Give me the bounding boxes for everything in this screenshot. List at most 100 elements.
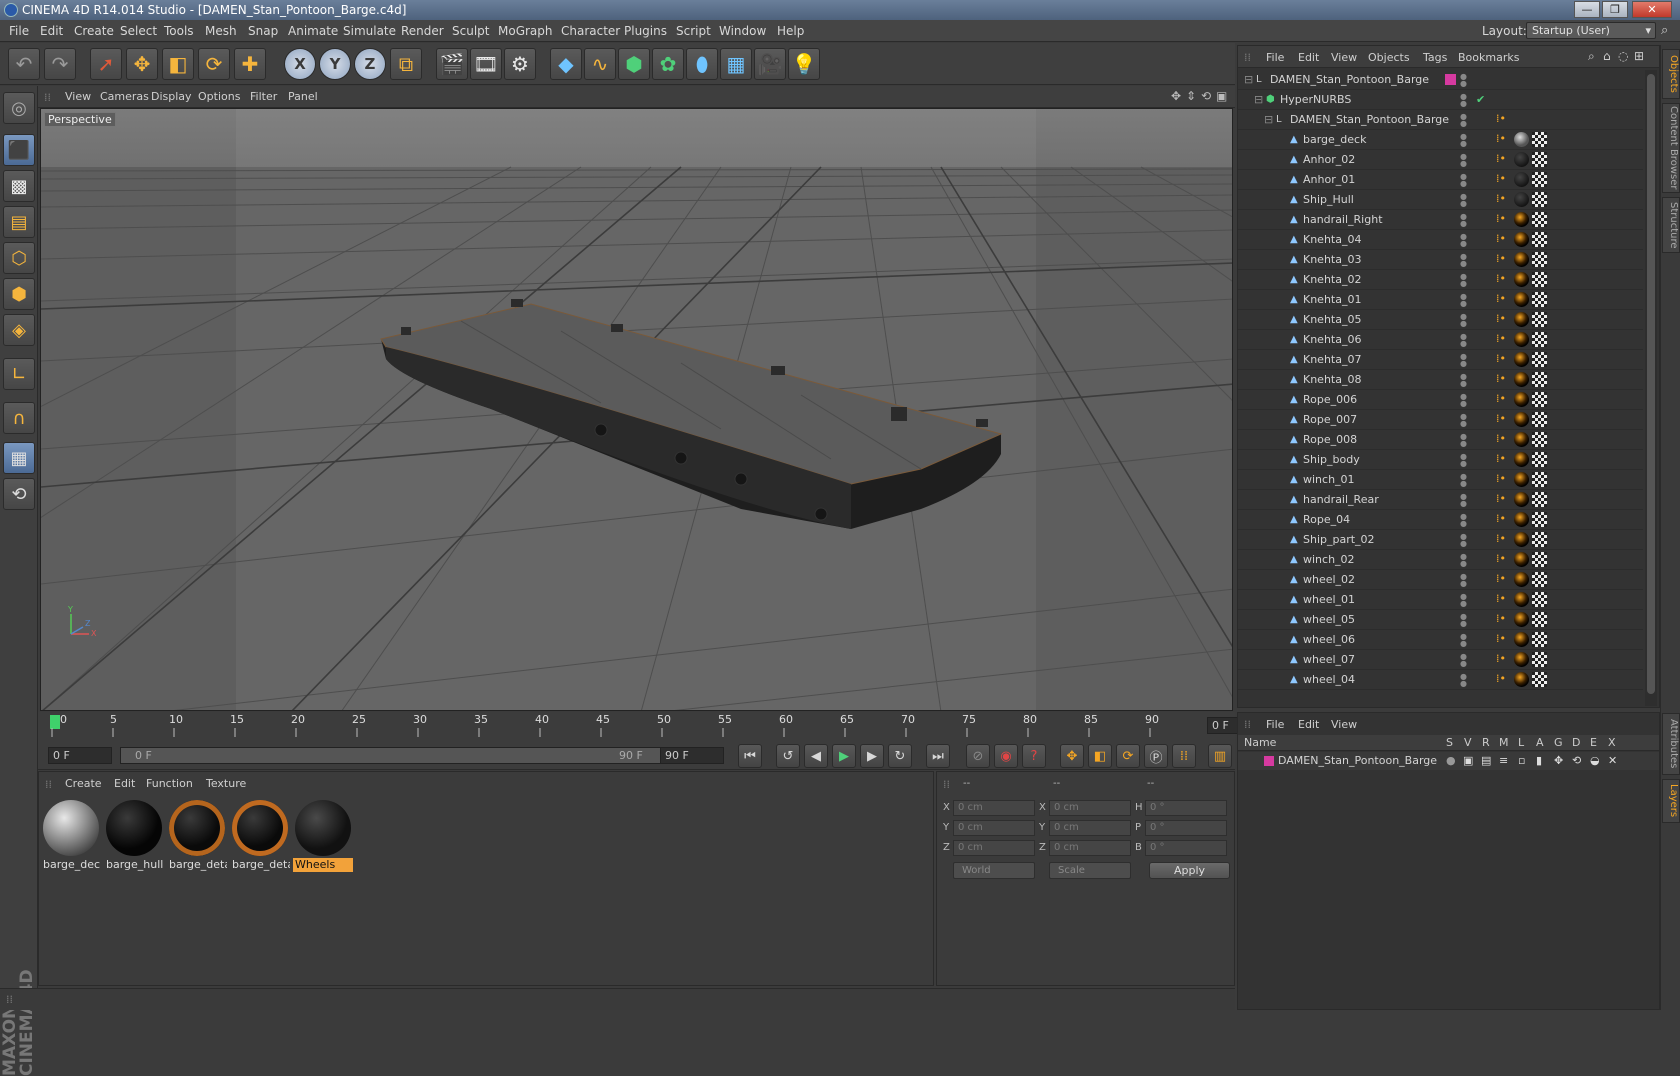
visibility-dots[interactable]: ● ● (1460, 553, 1474, 568)
object-row[interactable]: ▲ handrail_Rear ● ● ⁞• (1238, 490, 1643, 510)
material-tag-icon[interactable] (1514, 412, 1529, 427)
visibility-dots[interactable]: ● ● (1460, 453, 1474, 468)
uvw-tag-icon[interactable] (1532, 532, 1547, 547)
fx-tag-icon[interactable]: ⁞• (1496, 272, 1511, 287)
visibility-dots[interactable]: ● ● (1460, 133, 1474, 148)
record-disabled-icon[interactable]: ⊘ (966, 744, 990, 768)
uvw-tag-icon[interactable] (1532, 292, 1547, 307)
visibility-dots[interactable]: ● ● (1460, 613, 1474, 628)
objects-menu-edit[interactable]: Edit (1298, 51, 1319, 64)
size-y-field[interactable]: 0 cm (1049, 820, 1131, 836)
layer-generators-icon[interactable]: ✥ (1554, 752, 1563, 769)
material-tag-icon[interactable] (1514, 632, 1529, 647)
x-axis-lock-icon[interactable]: X (284, 48, 316, 80)
visibility-dots[interactable]: ● ● (1460, 193, 1474, 208)
object-row[interactable]: ▲ Knehta_07 ● ● ⁞• (1238, 350, 1643, 370)
record-active-objects-icon[interactable]: ◉ (994, 744, 1018, 768)
rot-p-field[interactable]: 0 ° (1145, 820, 1227, 836)
undo-icon[interactable]: ↶ (8, 48, 40, 80)
menu-plugins[interactable]: Plugins (624, 24, 667, 38)
visibility-dots[interactable]: ● ● (1460, 253, 1474, 268)
layout-select[interactable]: Startup (User) (1526, 22, 1656, 39)
object-row[interactable]: ▲ Knehta_06 ● ● ⁞• (1238, 330, 1643, 350)
home-icon[interactable]: ⌂ (1603, 49, 1611, 63)
maximize-button[interactable]: ❐ (1602, 1, 1628, 18)
object-manager-scrollbar[interactable] (1645, 70, 1657, 706)
visibility-dots[interactable]: ● ● (1460, 333, 1474, 348)
fx-tag-icon[interactable]: ⁞• (1496, 372, 1511, 387)
object-row[interactable]: ▲ Anhor_02 ● ● ⁞• (1238, 150, 1643, 170)
scrollbar-thumb[interactable] (1647, 74, 1655, 694)
visibility-dots[interactable]: ● ● (1460, 433, 1474, 448)
material-tag-icon[interactable] (1514, 252, 1529, 267)
material-tag-icon[interactable] (1514, 572, 1529, 587)
coordinate-system-icon[interactable]: ⧉ (390, 48, 422, 80)
layer-render-icon[interactable]: ▤ (1481, 752, 1491, 769)
z-axis-lock-icon[interactable]: Z (354, 48, 386, 80)
material-tag-icon[interactable] (1514, 292, 1529, 307)
light-icon[interactable]: 💡 (788, 48, 820, 80)
uvw-tag-icon[interactable] (1532, 512, 1547, 527)
previous-key-icon[interactable]: ↺ (776, 744, 800, 768)
tab-attributes[interactable]: Attributes (1662, 713, 1680, 775)
layer-row[interactable]: DAMEN_Stan_Pontoon_Barge ● ▣ ▤ ≡ ▫ ▮ ✥ ⟲… (1238, 752, 1659, 770)
material-tag-icon[interactable] (1514, 552, 1529, 567)
fx-tag-icon[interactable]: ⁞• (1496, 452, 1511, 467)
coordinate-space-select[interactable]: World (953, 862, 1035, 879)
search-icon[interactable]: ⌕ (1661, 23, 1668, 38)
timeline-ruler[interactable]: 0 5 10 15 20 25 30 35 40 45 50 55 60 65 … (38, 712, 1270, 742)
fx-tag-icon[interactable]: ⁞• (1496, 292, 1511, 307)
uvw-tag-icon[interactable] (1532, 452, 1547, 467)
material-menu-create[interactable]: Create (65, 777, 102, 790)
layer-deformers-icon[interactable]: ⟲ (1572, 752, 1581, 769)
fx-tag-icon[interactable]: ⁞• (1496, 112, 1511, 127)
fx-tag-icon[interactable]: ⁞• (1496, 472, 1511, 487)
uvw-tag-icon[interactable] (1532, 492, 1547, 507)
fx-tag-icon[interactable]: ⁞• (1496, 532, 1511, 547)
visibility-dots[interactable]: ● ● (1460, 273, 1474, 288)
fx-tag-icon[interactable]: ⁞• (1496, 552, 1511, 567)
objects-menu-bookmarks[interactable]: Bookmarks (1458, 51, 1519, 64)
floor-environment-icon[interactable]: ▦ (720, 48, 752, 80)
visibility-dots[interactable]: ● ● (1460, 213, 1474, 228)
uvw-tag-icon[interactable] (1532, 272, 1547, 287)
model-mode-icon[interactable]: ⬛ (3, 134, 35, 166)
material-tag-icon[interactable] (1514, 132, 1529, 147)
live-selection-icon[interactable]: ➚ (90, 48, 122, 80)
object-row[interactable]: ▲ Knehta_01 ● ● ⁞• (1238, 290, 1643, 310)
material-wheels[interactable]: Wheels (293, 798, 353, 872)
layers-menu-edit[interactable]: Edit (1298, 718, 1319, 731)
objects-menu-objects[interactable]: Objects (1368, 51, 1410, 64)
material-tag-icon[interactable] (1514, 652, 1529, 667)
menu-character[interactable]: Character (561, 24, 620, 38)
column-deformers[interactable]: D (1572, 736, 1580, 749)
uvw-tag-icon[interactable] (1532, 472, 1547, 487)
objects-menu-tags[interactable]: Tags (1423, 51, 1447, 64)
uvw-tag-icon[interactable] (1532, 132, 1547, 147)
material-tag-icon[interactable] (1514, 672, 1529, 687)
fx-tag-icon[interactable]: ⁞• (1496, 152, 1511, 167)
next-frame-icon[interactable]: ▶ (860, 744, 884, 768)
fx-tag-icon[interactable]: ⁞• (1496, 632, 1511, 647)
viewport-rotate-icon[interactable]: ⟲ (1201, 89, 1211, 103)
layer-color-swatch[interactable] (1264, 756, 1274, 766)
object-row[interactable]: ▲ Knehta_03 ● ● ⁞• (1238, 250, 1643, 270)
column-animation[interactable]: A (1536, 736, 1544, 749)
polygons-mode-icon[interactable]: ◈ (3, 314, 35, 346)
workplane-mode-icon[interactable]: ▤ (3, 206, 35, 238)
tab-objects[interactable]: Objects (1662, 49, 1680, 99)
key-rotation-icon[interactable]: ⟳ (1116, 744, 1140, 768)
object-row[interactable]: ▲ wheel_02 ● ● ⁞• (1238, 570, 1643, 590)
column-expressions[interactable]: E (1590, 736, 1597, 749)
axis-mode-icon[interactable]: ∟ (3, 358, 35, 390)
column-manager[interactable]: M (1499, 736, 1509, 749)
deformer-icon[interactable]: ⬮ (686, 48, 718, 80)
uvw-tag-icon[interactable] (1532, 572, 1547, 587)
layer-view-icon[interactable]: ▣ (1463, 752, 1473, 769)
rot-h-field[interactable]: 0 ° (1145, 800, 1227, 816)
uvw-tag-icon[interactable] (1532, 352, 1547, 367)
menu-mesh[interactable]: Mesh (205, 24, 237, 38)
fx-tag-icon[interactable]: ⁞• (1496, 432, 1511, 447)
start-frame-field[interactable]: 0 F (48, 747, 112, 764)
visibility-dots[interactable]: ● ● (1460, 153, 1474, 168)
